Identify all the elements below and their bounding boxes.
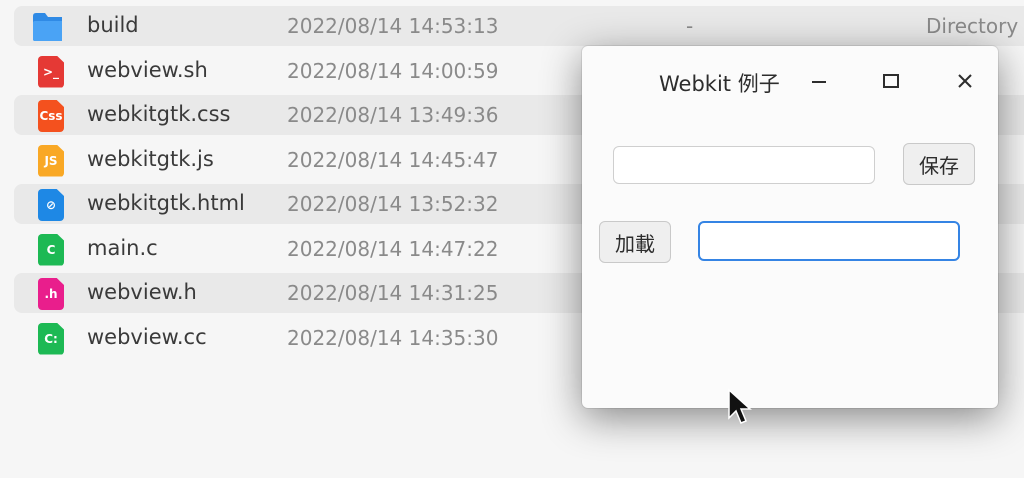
- folder-icon: [32, 11, 62, 43]
- file-date: 2022/08/14 14:31:25: [287, 281, 499, 305]
- file-name: webview.sh: [87, 57, 208, 82]
- minimize-icon: [812, 81, 826, 83]
- js-file-icon: JS: [36, 144, 66, 177]
- dialog-title: Webkit 例子: [659, 72, 780, 96]
- save-button[interactable]: 保存: [903, 143, 975, 185]
- file-date: 2022/08/14 14:53:13: [287, 14, 499, 38]
- file-icon-glyph: C: [38, 233, 64, 266]
- file-icon-glyph: Css: [38, 100, 64, 132]
- file-date: 2022/08/14 14:47:22: [287, 236, 499, 261]
- mouse-pointer-icon: [728, 388, 752, 424]
- minimize-button[interactable]: [804, 66, 834, 96]
- close-icon: [958, 74, 972, 88]
- maximize-icon: [883, 74, 899, 88]
- file-row[interactable]: build 2022/08/14 14:53:13 - Directory: [14, 6, 1024, 46]
- file-date: 2022/08/14 14:45:47: [287, 147, 499, 172]
- file-date: 2022/08/14 13:49:36: [287, 103, 499, 127]
- file-name: webkitgtk.html: [87, 191, 245, 215]
- load-button[interactable]: 加載: [599, 221, 671, 263]
- file-date: 2022/08/14 13:52:32: [287, 192, 499, 216]
- file-name: webkitgtk.css: [87, 102, 231, 126]
- file-date: 2022/08/14 14:00:59: [287, 58, 499, 83]
- load-input[interactable]: [698, 221, 960, 261]
- file-name: webkitgtk.js: [87, 146, 214, 171]
- css-file-icon: Css: [36, 100, 66, 132]
- shell-script-icon: >_: [36, 55, 66, 88]
- file-name: webview.cc: [87, 324, 207, 349]
- file-name: build: [87, 13, 139, 37]
- cpp-file-icon: C:: [36, 322, 66, 355]
- maximize-button[interactable]: [876, 66, 906, 96]
- file-kind: Directory: [926, 14, 1019, 38]
- html-file-icon: ⊘: [36, 189, 66, 221]
- file-icon-glyph: .h: [38, 278, 64, 310]
- close-button[interactable]: [950, 66, 980, 96]
- file-icon-glyph: >_: [38, 55, 64, 88]
- save-input[interactable]: [613, 146, 875, 184]
- file-size: -: [686, 14, 694, 38]
- c-file-icon: C: [36, 233, 66, 266]
- file-name: main.c: [87, 235, 158, 260]
- header-file-icon: .h: [36, 278, 66, 310]
- file-date: 2022/08/14 14:35:30: [287, 325, 499, 350]
- webkit-dialog-window: Webkit 例子 保存 加載: [582, 46, 998, 408]
- file-icon-glyph: ⊘: [38, 189, 64, 221]
- file-icon-glyph: JS: [38, 144, 64, 177]
- file-name: webview.h: [87, 280, 197, 304]
- file-icon-glyph: C:: [38, 322, 64, 355]
